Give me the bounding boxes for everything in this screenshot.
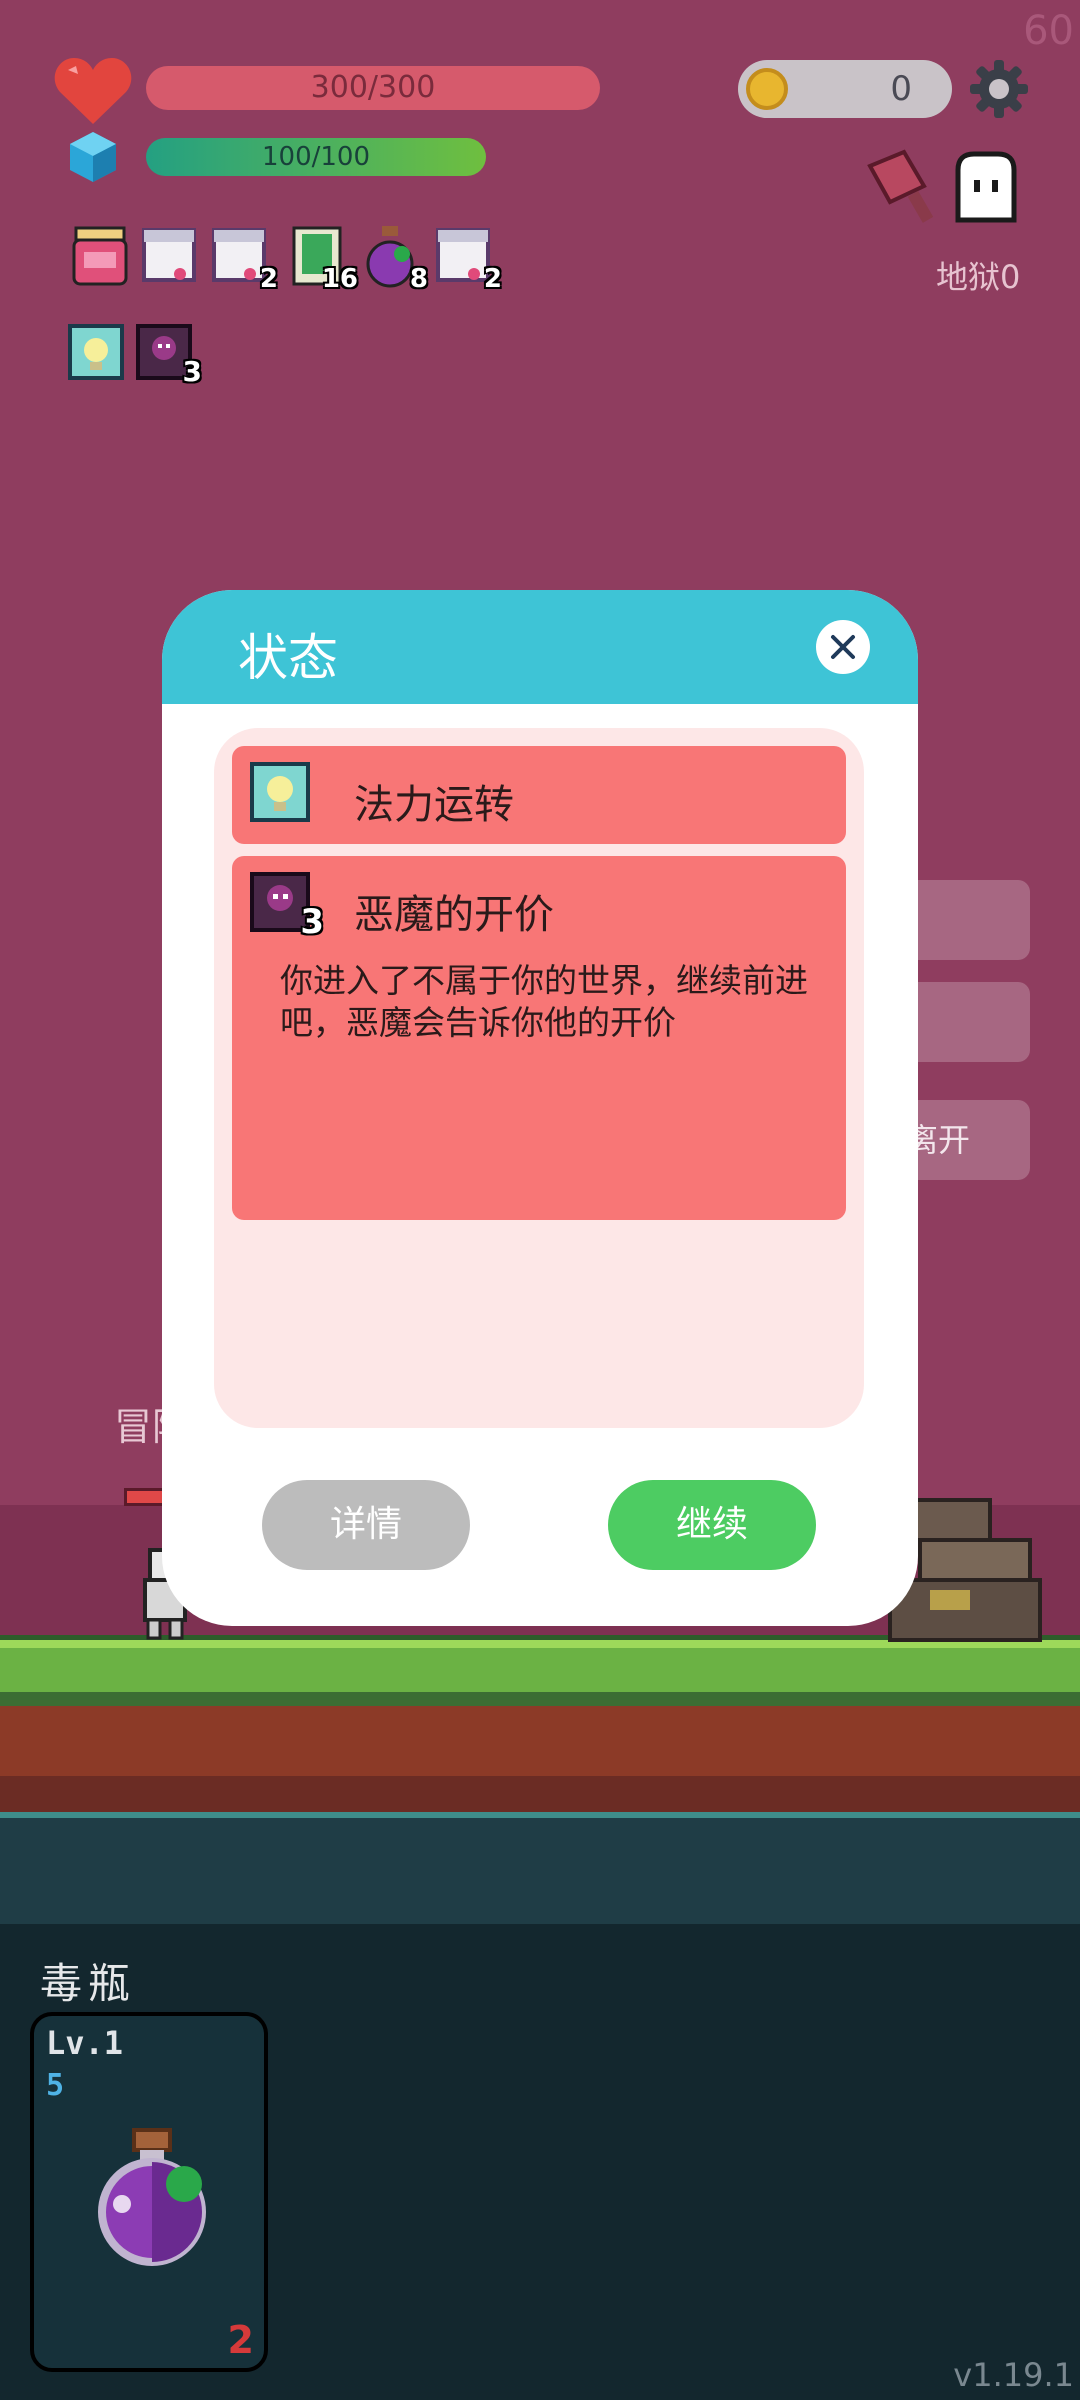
poison-bottle-icon [98,2128,206,2266]
grass-edge [0,1692,1080,1706]
status-entry[interactable]: 3 恶魔的开价 你进入了不属于你的世界，继续前进吧，恶魔会告诉你他的开价 [232,856,846,1220]
mana-flow-icon [250,762,310,822]
dialog-header: 状态 [162,590,918,704]
poison-bottle-icon[interactable]: 8 [360,224,428,294]
bag-title: 毒瓶 [40,1959,137,2008]
poison-bottle-card[interactable]: Lv.1 5 2 [30,2012,268,2372]
dialog-title: 状态 [238,629,338,687]
scroll-icon[interactable]: 2 [434,224,502,294]
version-label: v1.19.1 [953,2356,1074,2394]
coin-counter: 0 [738,60,952,118]
demon-price-icon[interactable]: 3 [136,324,202,388]
status-count: 3 [182,355,202,388]
entry-name: 法力运转 [354,782,514,828]
item-count: 16 [321,264,358,294]
scroll-icon[interactable] [140,224,200,288]
item-count: 2 [259,264,278,294]
status-entry[interactable]: 法力运转 [232,746,846,844]
entry-description: 你进入了不属于你的世界，继续前进吧，恶魔会告诉你他的开价 [280,961,808,1042]
scroll-icon[interactable]: 2 [210,224,278,294]
dirt-layer [0,1706,1080,1776]
fps-counter: 60 [1023,8,1074,54]
status-dialog: 状态 法力运转 3 恶魔的开价 你进入了不属于你的世界，继续前进吧，恶魔会告诉你… [162,590,918,1626]
hell-level-label: 地狱0 [936,258,1021,296]
water-surface [0,1812,1080,1818]
jam-jar-icon[interactable] [70,224,130,288]
mana-flow-icon[interactable] [68,324,124,380]
demon-price-icon: 3 [250,872,324,942]
coin-value: 0 [890,69,912,109]
continue-button[interactable]: 继续 [608,1480,816,1570]
item-count: 2 [483,264,502,294]
green-book-icon[interactable]: 16 [290,224,358,294]
mana-crystal-icon [70,132,116,182]
mp-bar: 100/100 [146,138,486,176]
hp-text: 300/300 [310,70,436,105]
heart-icon [54,58,132,124]
status-list: 法力运转 3 恶魔的开价 你进入了不属于你的世界，继续前进吧，恶魔会告诉你他的开… [214,728,864,1428]
dirt-layer-2 [0,1776,1080,1816]
card-count: 2 [227,2318,254,2362]
item-count: 8 [409,264,428,294]
hp-bar: 300/300 [146,66,600,110]
entry-name: 恶魔的开价 [354,892,554,938]
gear-icon[interactable] [968,58,1030,120]
ghost-icon[interactable] [950,150,1022,224]
card-cost: 5 [46,2068,65,2103]
close-icon [831,635,855,659]
mp-text: 100/100 [261,142,370,172]
cleaver-icon[interactable] [864,146,940,226]
coin-icon [746,68,788,110]
close-button[interactable] [816,620,870,674]
card-level: Lv.1 [46,2024,124,2062]
water-layer [0,1812,1080,1924]
detail-button[interactable]: 详情 [262,1480,470,1570]
entry-count: 3 [300,902,324,942]
